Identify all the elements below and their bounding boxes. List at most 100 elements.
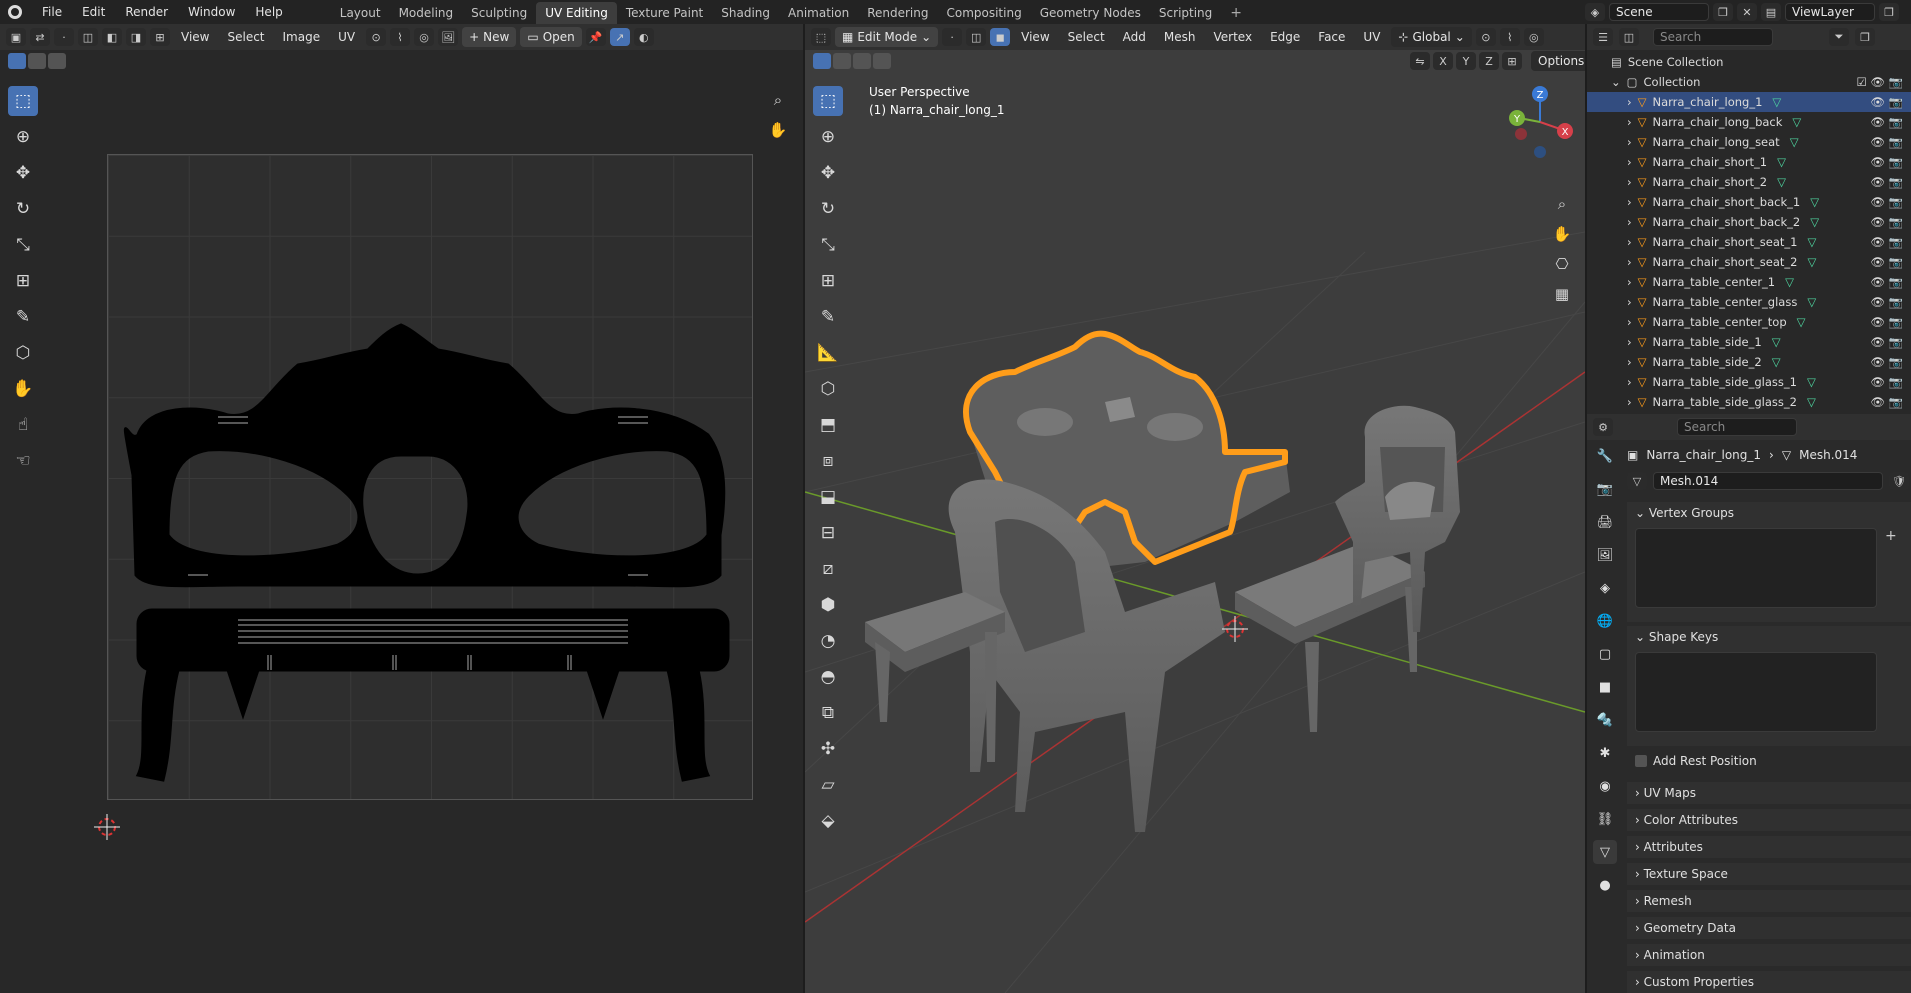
tab-texture-paint[interactable]: Texture Paint [617,2,712,24]
outliner-item[interactable]: › ▽ Narra_table_center_glass ▽ 👁 📷 [1587,292,1911,312]
transform-tool-icon[interactable]: ⊞ [8,266,38,296]
open-image-button[interactable]: ▭ Open [520,27,582,47]
outliner-item[interactable]: › ▽ Narra_table_side_1 ▽ 👁 📷 [1587,332,1911,352]
vertex-groups-header[interactable]: ⌄ Vertex Groups [1627,502,1911,524]
outliner-editor-type-icon[interactable]: ☰ [1593,28,1613,46]
modifier-tab-icon[interactable]: 🔩 [1593,708,1617,732]
vp-menu-edge[interactable]: Edge [1263,26,1307,48]
add-cube-icon[interactable]: ⬡ [813,374,843,404]
scene-collection-row[interactable]: ▤ Scene Collection [1587,52,1911,72]
uv-2d-cursor-icon[interactable] [94,814,120,840]
collapsed-panel-header[interactable]: › Animation [1627,944,1911,966]
smooth-icon[interactable]: ◓ [813,662,843,692]
vp-zoom-icon[interactable]: ⌕ [1550,192,1574,216]
tab-rendering[interactable]: Rendering [858,2,937,24]
vertex-mode-icon[interactable]: · [942,28,963,46]
properties-editor-type-icon[interactable]: ⚙ [1593,418,1613,436]
collapsed-panel-header[interactable]: › Color Attributes [1627,809,1911,831]
output-tab-icon[interactable]: 🖨 [1593,510,1617,534]
transform-orientation-dropdown[interactable]: ⊹ Global ⌄ [1391,27,1472,47]
shape-keys-header[interactable]: ⌄ Shape Keys [1627,626,1911,648]
breadcrumb-mesh[interactable]: Mesh.014 [1799,448,1857,462]
vp-measure-icon[interactable]: 📐 [813,338,843,368]
edge-mode-icon[interactable]: ◫ [966,28,987,46]
uv-menu-view[interactable]: View [174,26,216,48]
vertex-groups-list[interactable] [1635,528,1877,608]
view-layer-icon[interactable]: ▤ [1761,3,1781,21]
mirror-icon[interactable]: ⇋ [1410,52,1430,70]
axis-x-toggle[interactable]: X [1433,52,1453,70]
visibility-icons[interactable]: 👁 📷 [1870,355,1903,369]
visibility-icons[interactable]: 👁 📷 [1870,195,1903,209]
vp-transform-icon[interactable]: ⊞ [813,266,843,296]
vp-select-subtract-icon[interactable] [853,53,871,69]
expand-icon[interactable]: › [1627,255,1632,269]
extrude-icon[interactable]: ⬒ [813,410,843,440]
uv-canvas[interactable] [107,154,753,800]
tab-compositing[interactable]: Compositing [937,2,1030,24]
visibility-icons[interactable]: 👁 📷 [1870,255,1903,269]
outliner-search-input[interactable]: Search [1653,28,1773,46]
viewport-editor-type-icon[interactable]: ⬚ [811,28,831,46]
vp-pan-icon[interactable]: ✋ [1550,222,1574,246]
mode-selector[interactable]: ▦ Edit Mode ⌄ [835,27,939,47]
fake-user-icon[interactable]: 🛡 [1889,472,1909,490]
tab-modeling[interactable]: Modeling [390,2,463,24]
outliner-item[interactable]: › ▽ Narra_chair_long_1 ▽ 👁 📷 [1587,92,1911,112]
collapsed-panel-header[interactable]: › Geometry Data [1627,917,1911,939]
mesh-browse-icon[interactable]: ▽ [1627,472,1647,490]
outliner-item[interactable]: › ▽ Narra_table_side_2 ▽ 👁 📷 [1587,352,1911,372]
delete-scene-icon[interactable]: ✕ [1737,3,1757,21]
axis-z-toggle[interactable]: Z [1479,52,1499,70]
vp-menu-mesh[interactable]: Mesh [1157,26,1203,48]
snap-icon[interactable]: ⌇ [390,28,411,46]
collapsed-panel-header[interactable]: › UV Maps [1627,782,1911,804]
pivot-icon[interactable]: ⊙ [366,28,387,46]
uv-menu-uv[interactable]: UV [331,26,362,48]
new-view-layer-icon[interactable]: ❐ [1879,3,1899,21]
physics-tab-icon[interactable]: ◉ [1593,774,1617,798]
loop-cut-icon[interactable]: ⊟ [813,518,843,548]
scene-icon[interactable]: ◈ [1585,3,1605,21]
poly-build-icon[interactable]: ⬢ [813,590,843,620]
vp-menu-view[interactable]: View [1014,26,1056,48]
outliner-item[interactable]: › ▽ Narra_table_center_top ▽ 👁 📷 [1587,312,1911,332]
tool-tab-icon[interactable]: 🔧 [1593,444,1617,468]
pan-hand-icon[interactable]: ✋ [766,118,790,142]
rotate-tool-icon[interactable]: ↻ [8,194,38,224]
relax-tool-icon[interactable]: ☝ [8,410,38,440]
collapsed-panel-header[interactable]: › Custom Properties [1627,971,1911,993]
vp-cursor-icon[interactable]: ⊕ [813,122,843,152]
expand-icon[interactable]: › [1627,195,1632,209]
auto-merge-icon[interactable]: ⊞ [1502,52,1522,70]
vp-menu-uv[interactable]: UV [1356,26,1387,48]
tab-layout[interactable]: Layout [331,2,390,24]
inset-icon[interactable]: ⧈ [813,446,843,476]
knife-icon[interactable]: ⧄ [813,554,843,584]
pivot-point-icon[interactable]: ⊙ [1475,28,1496,46]
cursor-tool-icon[interactable]: ⊕ [8,122,38,152]
rip-tool-icon[interactable]: ⬡ [8,338,38,368]
axis-y-toggle[interactable]: Y [1456,52,1476,70]
vp-select-extend-icon[interactable] [833,53,851,69]
image-browse-icon[interactable]: 🖼 [438,28,459,46]
proportional-edit-icon[interactable]: ◎ [1523,28,1544,46]
tab-scripting[interactable]: Scripting [1150,2,1221,24]
outliner-item[interactable]: › ▽ Narra_chair_short_1 ▽ 👁 📷 [1587,152,1911,172]
visibility-icons[interactable]: 👁 📷 [1870,175,1903,189]
visibility-icons[interactable]: 👁 📷 [1870,375,1903,389]
face-select-icon[interactable]: ◧ [102,28,122,46]
properties-search-input[interactable]: Search [1677,418,1797,436]
render-tab-icon[interactable]: 📷 [1593,477,1617,501]
uv-menu-select[interactable]: Select [220,26,271,48]
collapsed-panel-header[interactable]: › Remesh [1627,890,1911,912]
add-workspace-button[interactable]: + [1221,2,1251,24]
outliner-item[interactable]: › ▽ Narra_chair_short_seat_2 ▽ 👁 📷 [1587,252,1911,272]
collapsed-panel-header[interactable]: › Texture Space [1627,863,1911,885]
scene-tab-icon[interactable]: ◈ [1593,576,1617,600]
new-scene-icon[interactable]: ❐ [1713,3,1733,21]
select-box-tool-icon[interactable]: ⬚ [8,86,38,116]
collection-tab-icon[interactable]: ▢ [1593,642,1617,666]
material-tab-icon[interactable]: ● [1593,873,1617,897]
add-vertex-group-button[interactable]: + [1885,528,1897,544]
